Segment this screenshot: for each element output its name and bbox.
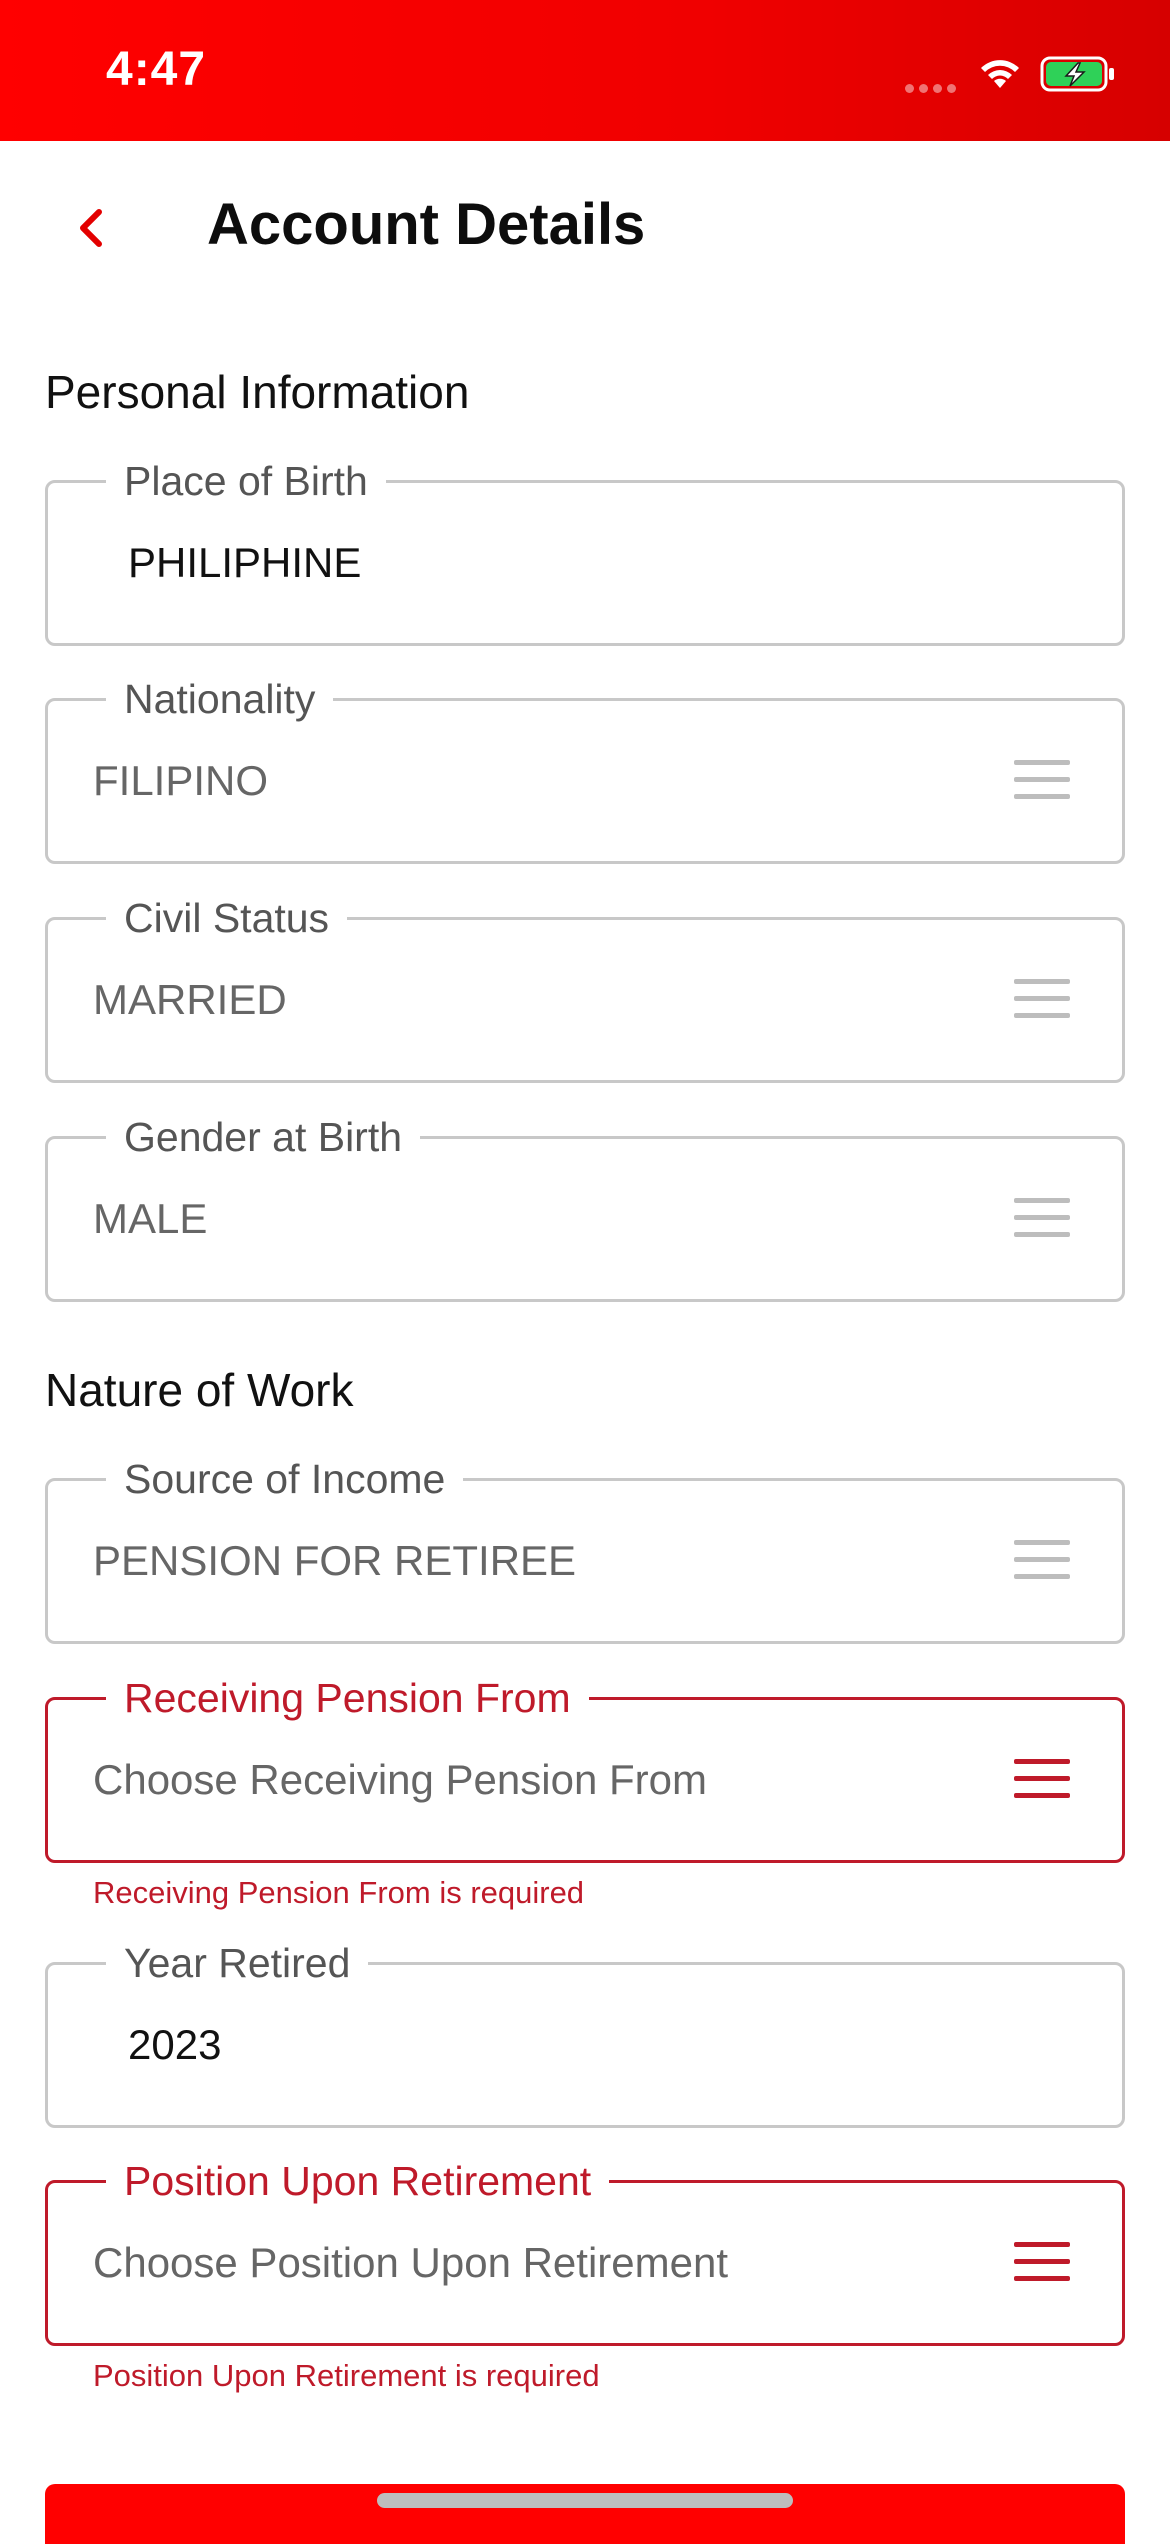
gender-at-birth-select[interactable]: Gender at Birth MALE — [45, 1109, 1125, 1302]
receiving-pension-from-placeholder: Choose Receiving Pension From — [93, 1756, 707, 1803]
position-upon-retirement-placeholder: Choose Position Upon Retirement — [93, 2239, 729, 2286]
civil-status-value: MARRIED — [93, 976, 287, 1023]
menu-lines-icon — [1014, 1540, 1070, 1580]
nationality-value: FILIPINO — [93, 757, 269, 804]
menu-lines-icon — [1014, 2242, 1070, 2282]
nationality-select[interactable]: Nationality FILIPINO — [45, 671, 1125, 864]
app-header: Account Details — [0, 141, 1170, 311]
back-button[interactable] — [58, 196, 122, 260]
receiving-pension-from-error: Receiving Pension From is required — [93, 1875, 585, 1910]
menu-lines-icon — [1014, 760, 1070, 800]
source-of-income-select[interactable]: Source of Income PENSION FOR RETIREE — [45, 1451, 1125, 1644]
menu-lines-icon — [1014, 1198, 1070, 1238]
place-of-birth-input[interactable]: PHILIPHINE — [128, 483, 361, 643]
year-retired-field[interactable]: Year Retired 2023 — [45, 1935, 1125, 2128]
civil-status-select[interactable]: Civil Status MARRIED — [45, 890, 1125, 1083]
year-retired-input[interactable]: 2023 — [128, 1965, 221, 2125]
position-upon-retirement-error: Position Upon Retirement is required — [93, 2358, 600, 2393]
section-title-nature-of-work: Nature of Work — [45, 1364, 354, 1416]
source-of-income-value: PENSION FOR RETIREE — [93, 1537, 577, 1584]
place-of-birth-field[interactable]: Place of Birth PHILIPHINE — [45, 453, 1125, 646]
wifi-icon — [981, 60, 1019, 88]
section-title-personal-information: Personal Information — [45, 366, 470, 418]
menu-lines-icon — [1014, 1759, 1070, 1799]
position-upon-retirement-select[interactable]: Position Upon Retirement Choose Position… — [45, 2153, 1125, 2346]
battery-charging-icon — [1040, 56, 1114, 92]
home-indicator — [377, 2493, 793, 2508]
menu-lines-icon — [1014, 979, 1070, 1019]
chevron-left-icon — [80, 209, 102, 247]
receiving-pension-from-select[interactable]: Receiving Pension From Choose Receiving … — [45, 1670, 1125, 1863]
status-time: 4:47 — [106, 43, 207, 96]
page-title: Account Details — [207, 192, 646, 257]
gender-at-birth-value: MALE — [93, 1195, 208, 1242]
status-bar: 4:47 — [0, 0, 1170, 141]
cellular-signal-icon — [905, 80, 961, 93]
